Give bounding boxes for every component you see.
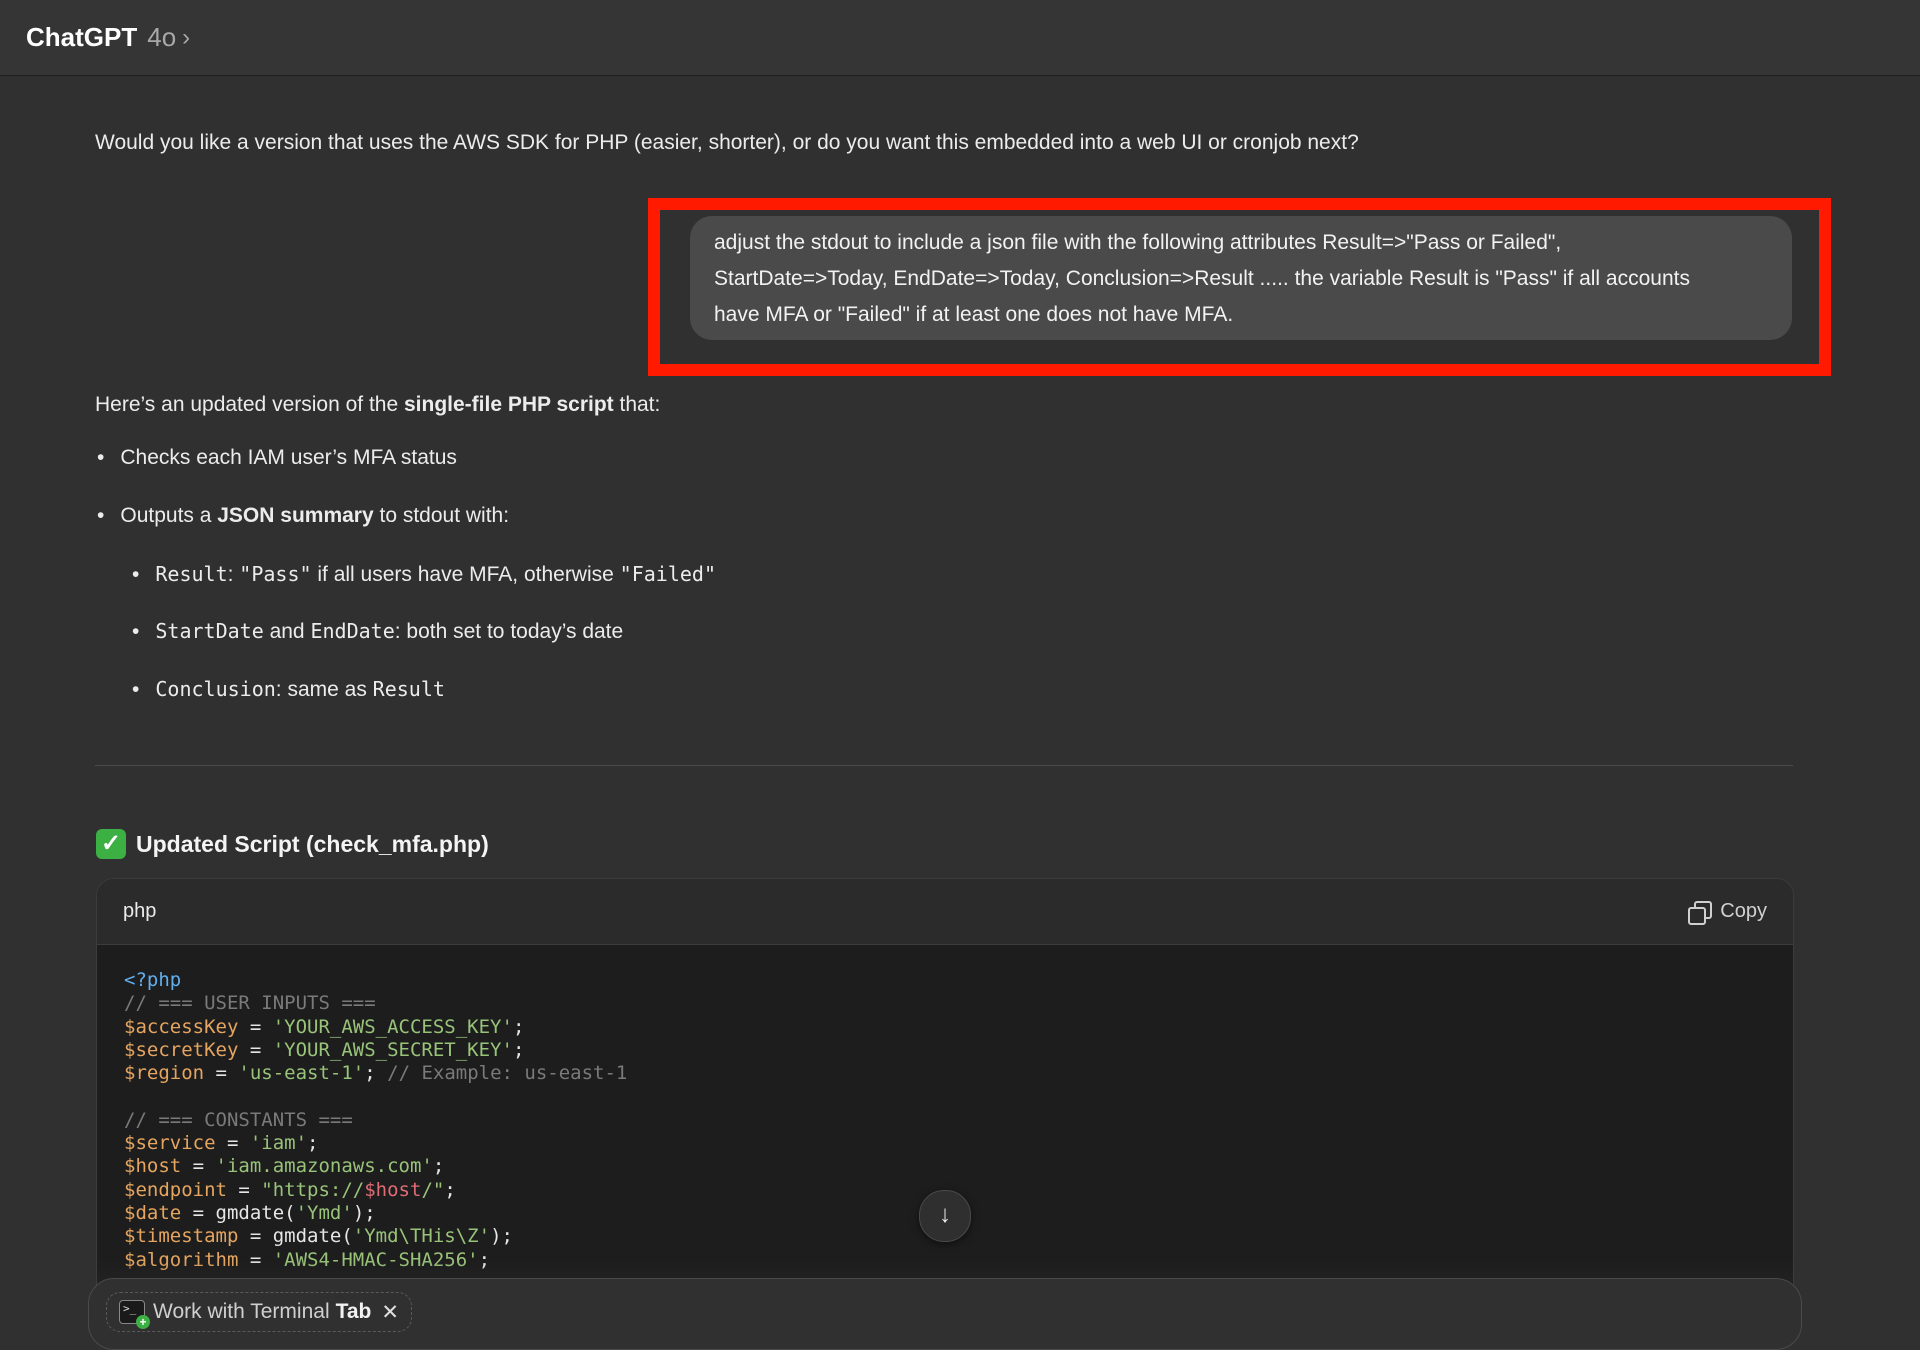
divider: [95, 765, 1793, 766]
code-content[interactable]: <?php // === USER INPUTS === $accessKey …: [97, 945, 1793, 1296]
intro-text: Here’s an updated version of the: [95, 393, 404, 416]
bullet-dot: •: [132, 563, 140, 586]
list-item: • Outputs a JSON summary to stdout with:: [97, 504, 509, 528]
list-item-bold: JSON summary: [217, 504, 374, 527]
sub-text: : same as: [275, 678, 373, 701]
section-heading: ✓ Updated Script (check_mfa.php): [96, 829, 489, 859]
bullet-dot: •: [132, 678, 140, 701]
sub-list-item: • StartDate and EndDate: both set to toda…: [132, 619, 623, 644]
code-line: // === CONSTANTS ===: [124, 1108, 353, 1131]
bullet-dot: •: [97, 446, 105, 469]
top-bar: ChatGPT 4o ›: [0, 0, 1920, 76]
code-language-label: php: [123, 900, 157, 922]
sub-list-item: • Result: "Pass" if all users have MFA, o…: [132, 562, 716, 587]
assistant-question: Would you like a version that uses the A…: [95, 131, 1359, 154]
chip-label: Work with Terminal: [153, 1300, 330, 1323]
chevron-right-icon[interactable]: ›: [182, 24, 190, 52]
sub-list-item: • Conclusion: same as Result: [132, 677, 445, 702]
list-item-text: Checks each IAM user’s MFA status: [120, 446, 457, 469]
answer-intro: Here’s an updated version of the single-…: [95, 390, 660, 420]
intro-bold: single-file PHP script: [403, 393, 614, 416]
list-item-text: Outputs a: [120, 504, 218, 527]
user-message-bubble: adjust the stdout to include a json file…: [690, 216, 1792, 340]
inline-code: Result: [155, 562, 228, 586]
user-message-line: StartDate=>Today, EndDate=>Today, Conclu…: [714, 267, 1690, 290]
sub-text: : both set to today’s date: [394, 620, 624, 643]
list-item: • Checks each IAM user’s MFA status: [97, 446, 457, 470]
user-message-line: have MFA or "Failed" if at least one doe…: [714, 303, 1234, 326]
copy-button[interactable]: Copy: [1688, 900, 1767, 925]
chip-shortcut: Tab: [335, 1300, 372, 1323]
user-message-line: adjust the stdout to include a json file…: [714, 231, 1562, 254]
arrow-down-icon: ↓: [939, 1201, 951, 1228]
close-icon[interactable]: ✕: [381, 1300, 399, 1325]
inline-code: Result: [372, 677, 445, 701]
intro-text-end: that:: [613, 393, 661, 416]
inline-code: "Pass": [239, 562, 312, 586]
inline-code: StartDate: [155, 619, 264, 643]
app-name: ChatGPT: [26, 22, 138, 52]
section-heading-text: Updated Script (check_mfa.php): [136, 830, 489, 857]
inline-code: EndDate: [310, 619, 395, 643]
code-block-header: php Copy: [97, 879, 1793, 945]
scroll-down-button[interactable]: ↓: [919, 1190, 971, 1242]
code-line: // === USER INPUTS ===: [124, 992, 376, 1015]
terminal-icon: >_ +: [119, 1300, 150, 1329]
copy-button-label: Copy: [1720, 900, 1767, 922]
copy-icon: [1688, 900, 1713, 925]
check-mark-icon: ✓: [96, 829, 126, 859]
model-selector[interactable]: 4o: [147, 22, 176, 53]
sub-text: and: [263, 620, 311, 643]
terminal-context-chip[interactable]: >_ + Work with Terminal Tab ✕: [106, 1292, 412, 1332]
sub-text: if all users have MFA, otherwise: [311, 563, 620, 586]
code-line: <?php: [124, 969, 182, 991]
list-item-text-end: to stdout with:: [373, 504, 510, 527]
bullet-dot: •: [132, 620, 140, 643]
inline-code: Conclusion: [155, 677, 276, 701]
sub-text: :: [227, 563, 240, 586]
inline-code: "Failed": [619, 562, 716, 586]
bullet-dot: •: [97, 504, 105, 527]
